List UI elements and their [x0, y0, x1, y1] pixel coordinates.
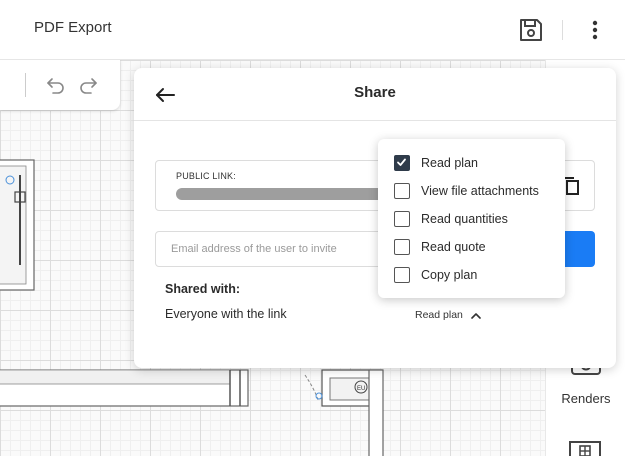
- floppy-disk-icon: [520, 19, 542, 41]
- permission-option-view-file-attachments[interactable]: View file attachments: [378, 176, 565, 204]
- checkbox-read-quantities[interactable]: [394, 211, 410, 227]
- floorplan-button[interactable]: [568, 436, 602, 456]
- permission-option-read-plan[interactable]: Read plan: [378, 148, 565, 176]
- history-divider: [25, 73, 26, 97]
- public-link-label: PUBLIC LINK:: [176, 171, 236, 181]
- checkbox-copy-plan[interactable]: [394, 267, 410, 283]
- app-title: PDF Export: [34, 19, 112, 36]
- permission-option-label: Copy plan: [421, 268, 478, 282]
- redo-button[interactable]: [76, 73, 100, 97]
- permission-select[interactable]: Read plan: [415, 306, 481, 324]
- renders-label[interactable]: Renders: [545, 391, 625, 406]
- checkbox-view-file-attachments[interactable]: [394, 183, 410, 199]
- permission-option-copy-plan[interactable]: Copy plan: [378, 260, 565, 288]
- permission-option-label: Read plan: [421, 156, 478, 170]
- checkbox-read-plan[interactable]: [394, 155, 410, 171]
- save-button[interactable]: [516, 15, 546, 45]
- checkbox-read-quote[interactable]: [394, 239, 410, 255]
- permission-option-read-quantities[interactable]: Read quantities: [378, 204, 565, 232]
- permission-select-value: Read plan: [415, 309, 463, 321]
- checkmark-icon: [397, 158, 406, 166]
- chevron-up-icon: [471, 312, 481, 319]
- stair-label: EU: [357, 386, 365, 392]
- toolbar-divider: [562, 20, 563, 40]
- history-panel: [0, 60, 120, 110]
- everyone-with-link-label: Everyone with the link: [165, 307, 287, 321]
- more-options-button[interactable]: [583, 15, 607, 45]
- undo-button[interactable]: [44, 73, 68, 97]
- permission-option-label: View file attachments: [421, 184, 539, 198]
- permission-option-label: Read quantities: [421, 212, 508, 226]
- undo-icon: [47, 78, 64, 94]
- redo-icon: [80, 78, 97, 94]
- vertical-dots-icon: [592, 20, 598, 40]
- floorplan-icon: [569, 441, 601, 456]
- shared-with-heading: Shared with:: [165, 282, 241, 296]
- permission-option-label: Read quote: [421, 240, 486, 254]
- share-dialog-header: Share: [134, 68, 616, 121]
- share-dialog-title: Share: [354, 84, 396, 101]
- permission-dropdown: Read plan View file attachments Read qua…: [378, 139, 565, 298]
- top-bar: PDF Export: [0, 0, 625, 60]
- permission-option-read-quote[interactable]: Read quote: [378, 232, 565, 260]
